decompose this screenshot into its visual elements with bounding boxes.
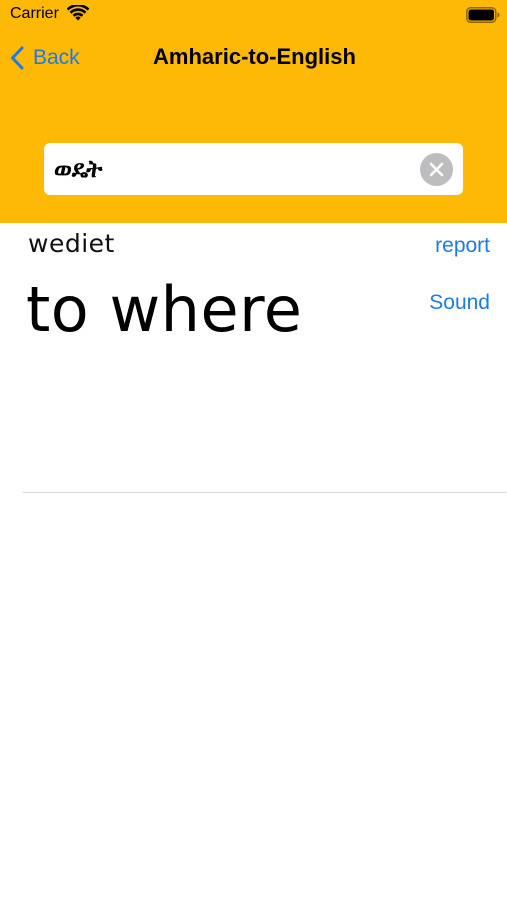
app-screen: Carrier Back Amharic-to-English ወዴት wedi… — [0, 0, 507, 900]
clear-icon — [429, 162, 444, 177]
report-button[interactable]: report — [435, 234, 490, 258]
clear-search-button[interactable] — [420, 153, 453, 186]
divider — [23, 492, 507, 493]
sound-button[interactable]: Sound — [429, 291, 490, 315]
romanized-word: wediet — [28, 229, 115, 258]
translation-result: wediet to where report Sound — [0, 223, 507, 493]
search-field[interactable] — [44, 143, 463, 195]
carrier-label: Carrier — [10, 5, 59, 22]
navigation-bar: Back Amharic-to-English — [0, 36, 507, 80]
status-bar: Carrier — [0, 0, 507, 32]
search-input[interactable] — [54, 149, 414, 189]
page-title: Amharic-to-English — [153, 44, 356, 69]
header-background: Carrier Back Amharic-to-English — [0, 0, 507, 223]
battery-icon — [466, 7, 500, 23]
wifi-icon — [67, 5, 89, 21]
english-translation: to where — [26, 273, 303, 346]
